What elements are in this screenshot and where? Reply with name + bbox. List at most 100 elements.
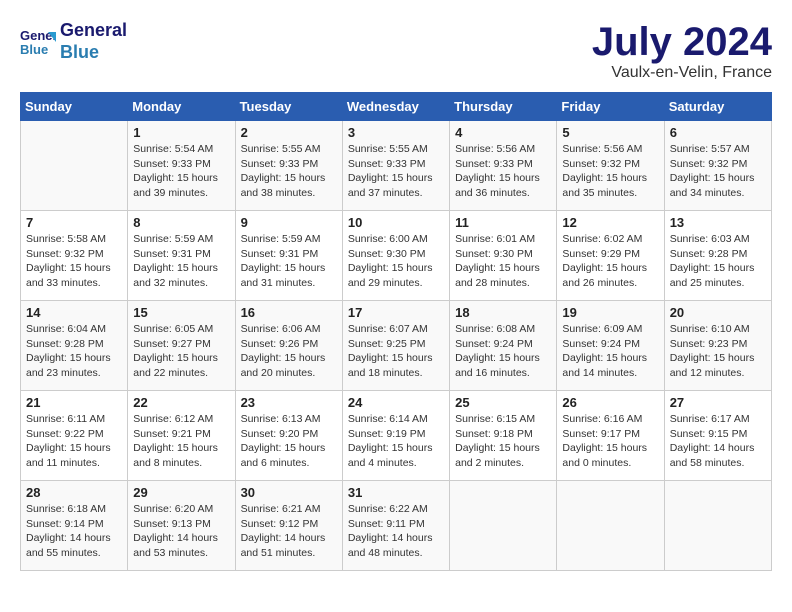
day-number: 12 <box>562 215 658 230</box>
col-header-saturday: Saturday <box>664 93 771 121</box>
day-number: 25 <box>455 395 551 410</box>
calendar-cell: 4 Sunrise: 5:56 AM Sunset: 9:33 PM Daylig… <box>450 121 557 211</box>
day-info: Sunrise: 5:59 AM Sunset: 9:31 PM Dayligh… <box>133 232 229 291</box>
page-header: General Blue General Blue July 2024 Vaul… <box>20 20 772 82</box>
day-number: 2 <box>241 125 337 140</box>
calendar-cell: 17Sunrise: 6:07 AM Sunset: 9:25 PM Dayli… <box>342 301 449 391</box>
calendar-cell <box>664 481 771 571</box>
calendar-cell: 16Sunrise: 6:06 AM Sunset: 9:26 PM Dayli… <box>235 301 342 391</box>
day-info: Sunrise: 6:05 AM Sunset: 9:27 PM Dayligh… <box>133 322 229 381</box>
calendar-cell: 10 Sunrise: 6:00 AM Sunset: 9:30 PM Dayli… <box>342 211 449 301</box>
day-info: Sunrise: 6:17 AM Sunset: 9:15 PM Dayligh… <box>670 412 766 471</box>
col-header-wednesday: Wednesday <box>342 93 449 121</box>
col-header-monday: Monday <box>128 93 235 121</box>
day-info: Sunrise: 6:10 AM Sunset: 9:23 PM Dayligh… <box>670 322 766 381</box>
day-info: Sunrise: 6:11 AM Sunset: 9:22 PM Dayligh… <box>26 412 122 471</box>
svg-text:Blue: Blue <box>20 42 48 57</box>
calendar-cell <box>450 481 557 571</box>
calendar-cell: 27 Sunrise: 6:17 AM Sunset: 9:15 PM Dayli… <box>664 391 771 481</box>
day-number: 27 <box>670 395 766 410</box>
day-info: Sunrise: 6:12 AM Sunset: 9:21 PM Dayligh… <box>133 412 229 471</box>
calendar-cell: 18 Sunrise: 6:08 AM Sunset: 9:24 PM Dayli… <box>450 301 557 391</box>
calendar-cell: 15 Sunrise: 6:05 AM Sunset: 9:27 PM Dayli… <box>128 301 235 391</box>
day-number: 26 <box>562 395 658 410</box>
day-number: 30 <box>241 485 337 500</box>
calendar-cell: 21Sunrise: 6:11 AM Sunset: 9:22 PM Dayli… <box>21 391 128 481</box>
day-number: 10 <box>348 215 444 230</box>
day-info: Sunrise: 6:13 AM Sunset: 9:20 PM Dayligh… <box>241 412 337 471</box>
day-info: Sunrise: 6:02 AM Sunset: 9:29 PM Dayligh… <box>562 232 658 291</box>
day-number: 23 <box>241 395 337 410</box>
day-info: Sunrise: 5:58 AM Sunset: 9:32 PM Dayligh… <box>26 232 122 291</box>
calendar-cell <box>557 481 664 571</box>
day-number: 29 <box>133 485 229 500</box>
day-info: Sunrise: 5:59 AM Sunset: 9:31 PM Dayligh… <box>241 232 337 291</box>
svg-text:General: General <box>20 28 56 43</box>
calendar-cell: 23 Sunrise: 6:13 AM Sunset: 9:20 PM Dayli… <box>235 391 342 481</box>
calendar-cell: 9 Sunrise: 5:59 AM Sunset: 9:31 PM Daylig… <box>235 211 342 301</box>
day-info: Sunrise: 6:03 AM Sunset: 9:28 PM Dayligh… <box>670 232 766 291</box>
calendar-cell: 14 Sunrise: 6:04 AM Sunset: 9:28 PM Dayli… <box>21 301 128 391</box>
month-title: July 2024 <box>592 20 772 64</box>
calendar-cell: 20 Sunrise: 6:10 AM Sunset: 9:23 PM Dayli… <box>664 301 771 391</box>
day-info: Sunrise: 5:54 AM Sunset: 9:33 PM Dayligh… <box>133 142 229 201</box>
day-info: Sunrise: 6:08 AM Sunset: 9:24 PM Dayligh… <box>455 322 551 381</box>
calendar-cell: 26 Sunrise: 6:16 AM Sunset: 9:17 PM Dayli… <box>557 391 664 481</box>
col-header-sunday: Sunday <box>21 93 128 121</box>
day-number: 6 <box>670 125 766 140</box>
calendar-cell: 31 Sunrise: 6:22 AM Sunset: 9:11 PM Dayli… <box>342 481 449 571</box>
day-info: Sunrise: 6:01 AM Sunset: 9:30 PM Dayligh… <box>455 232 551 291</box>
calendar-cell: 19Sunrise: 6:09 AM Sunset: 9:24 PM Dayli… <box>557 301 664 391</box>
title-block: July 2024 Vaulx-en-Velin, France <box>592 20 772 82</box>
day-info: Sunrise: 5:57 AM Sunset: 9:32 PM Dayligh… <box>670 142 766 201</box>
day-number: 13 <box>670 215 766 230</box>
day-info: Sunrise: 5:55 AM Sunset: 9:33 PM Dayligh… <box>348 142 444 201</box>
day-number: 22 <box>133 395 229 410</box>
day-number: 16 <box>241 305 337 320</box>
day-info: Sunrise: 5:56 AM Sunset: 9:33 PM Dayligh… <box>455 142 551 201</box>
col-header-friday: Friday <box>557 93 664 121</box>
logo: General Blue General Blue <box>20 20 127 63</box>
calendar-cell: 3Sunrise: 5:55 AM Sunset: 9:33 PM Daylig… <box>342 121 449 211</box>
day-info: Sunrise: 6:20 AM Sunset: 9:13 PM Dayligh… <box>133 502 229 561</box>
calendar-cell: 1 Sunrise: 5:54 AM Sunset: 9:33 PM Daylig… <box>128 121 235 211</box>
day-info: Sunrise: 6:00 AM Sunset: 9:30 PM Dayligh… <box>348 232 444 291</box>
day-number: 4 <box>455 125 551 140</box>
day-number: 8 <box>133 215 229 230</box>
day-number: 5 <box>562 125 658 140</box>
day-info: Sunrise: 6:22 AM Sunset: 9:11 PM Dayligh… <box>348 502 444 561</box>
day-number: 20 <box>670 305 766 320</box>
calendar-cell: 13 Sunrise: 6:03 AM Sunset: 9:28 PM Dayli… <box>664 211 771 301</box>
day-info: Sunrise: 6:18 AM Sunset: 9:14 PM Dayligh… <box>26 502 122 561</box>
day-info: Sunrise: 6:16 AM Sunset: 9:17 PM Dayligh… <box>562 412 658 471</box>
calendar-cell: 22 Sunrise: 6:12 AM Sunset: 9:21 PM Dayli… <box>128 391 235 481</box>
day-number: 7 <box>26 215 122 230</box>
col-header-thursday: Thursday <box>450 93 557 121</box>
calendar-table: SundayMondayTuesdayWednesdayThursdayFrid… <box>20 92 772 571</box>
day-number: 31 <box>348 485 444 500</box>
day-info: Sunrise: 6:04 AM Sunset: 9:28 PM Dayligh… <box>26 322 122 381</box>
calendar-cell: 6 Sunrise: 5:57 AM Sunset: 9:32 PM Daylig… <box>664 121 771 211</box>
col-header-tuesday: Tuesday <box>235 93 342 121</box>
day-number: 14 <box>26 305 122 320</box>
calendar-cell: 29 Sunrise: 6:20 AM Sunset: 9:13 PM Dayli… <box>128 481 235 571</box>
day-info: Sunrise: 6:21 AM Sunset: 9:12 PM Dayligh… <box>241 502 337 561</box>
calendar-cell: 24Sunrise: 6:14 AM Sunset: 9:19 PM Dayli… <box>342 391 449 481</box>
calendar-cell: 25Sunrise: 6:15 AM Sunset: 9:18 PM Dayli… <box>450 391 557 481</box>
calendar-cell: 28 Sunrise: 6:18 AM Sunset: 9:14 PM Dayli… <box>21 481 128 571</box>
day-number: 15 <box>133 305 229 320</box>
day-number: 18 <box>455 305 551 320</box>
logo-icon: General Blue <box>20 24 56 60</box>
day-number: 1 <box>133 125 229 140</box>
day-info: Sunrise: 5:55 AM Sunset: 9:33 PM Dayligh… <box>241 142 337 201</box>
calendar-cell: 30 Sunrise: 6:21 AM Sunset: 9:12 PM Dayli… <box>235 481 342 571</box>
calendar-cell: 12 Sunrise: 6:02 AM Sunset: 9:29 PM Dayli… <box>557 211 664 301</box>
calendar-cell: 11Sunrise: 6:01 AM Sunset: 9:30 PM Dayli… <box>450 211 557 301</box>
day-number: 28 <box>26 485 122 500</box>
calendar-cell: 5Sunrise: 5:56 AM Sunset: 9:32 PM Daylig… <box>557 121 664 211</box>
location: Vaulx-en-Velin, France <box>592 64 772 82</box>
day-info: Sunrise: 6:07 AM Sunset: 9:25 PM Dayligh… <box>348 322 444 381</box>
logo-text: General Blue <box>60 20 127 63</box>
calendar-cell: 7 Sunrise: 5:58 AM Sunset: 9:32 PM Daylig… <box>21 211 128 301</box>
day-number: 9 <box>241 215 337 230</box>
